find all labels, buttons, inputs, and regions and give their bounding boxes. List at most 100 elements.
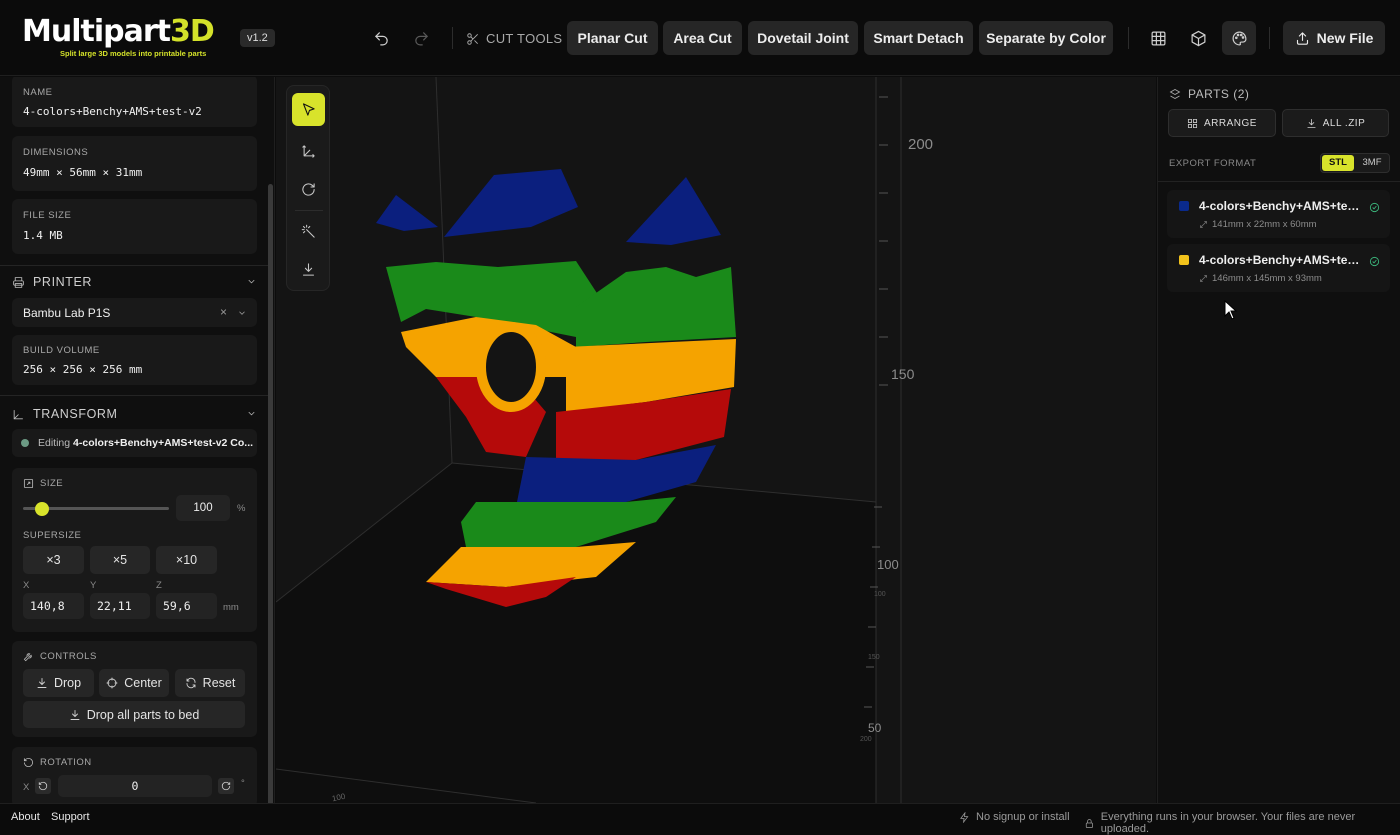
part-item[interactable]: 4-colors+Benchy+AMS+test-v2 141mm x 22mm… [1167,190,1390,238]
rotate-ccw-button[interactable] [35,778,51,794]
logo-accent: 3D [169,14,215,49]
3d-viewport[interactable]: 200 150 100 50 100 150 200 100 [276,77,1156,803]
separate-by-color-button[interactable]: Separate by Color [979,21,1113,55]
right-panel: PARTS (2) ARRANGE ALL .ZIP EXPORT FORMAT… [1157,77,1400,803]
dovetail-joint-button[interactable]: Dovetail Joint [748,21,858,55]
drop-label: Drop [53,676,82,690]
rotation-header: ROTATION [23,757,92,768]
toolbar-divider [452,27,453,49]
move-tool[interactable] [292,135,325,168]
new-file-button[interactable]: New File [1283,21,1385,55]
y-label: Y [90,580,97,591]
clear-icon[interactable]: × [220,305,227,319]
reset-label: Reset [202,676,236,690]
zip-label: ALL .ZIP [1322,117,1366,129]
format-toggle: STL 3MF [1320,153,1390,173]
center-button[interactable]: Center [99,669,169,697]
section-divider [0,265,268,266]
dimensions-value: 49mm × 56mm × 31mm [23,166,143,179]
filesize-value: 1.4 MB [23,229,63,242]
build-volume-card: BUILD VOLUME 256 × 256 × 256 mm [12,335,257,385]
download-tool[interactable] [292,253,325,286]
printer-select[interactable]: Bambu Lab P1S × [12,298,257,327]
undo-button[interactable] [366,23,396,53]
about-link[interactable]: About [11,811,40,823]
minor-label: 200 [860,736,872,743]
transform-section-header[interactable]: TRANSFORM [12,404,257,424]
part-color-swatch [1179,255,1189,265]
size-card: SIZE 100 % SUPERSIZE ×3 ×5 ×10 X Y Z 140… [12,468,257,632]
color-palette-button[interactable] [1222,21,1256,55]
format-stl[interactable]: STL [1322,155,1354,171]
upload-icon [1296,31,1308,45]
reset-button[interactable]: Reset [175,669,245,697]
build-volume-value: 256 × 256 × 256 mm [23,363,143,376]
download-zip-button[interactable]: ALL .ZIP [1282,109,1389,137]
drop-all-label: Drop all parts to bed [86,707,200,722]
redo-icon [414,31,428,45]
planar-cut-button[interactable]: Planar Cut [567,21,658,55]
cut-tools-label: CUT TOOLS [466,31,562,46]
supersize-x3-button[interactable]: ×3 [23,546,84,574]
drop-button[interactable]: Drop [23,669,94,697]
size-input[interactable]: 100 [176,495,230,521]
rotation-axis: X [23,782,30,793]
rotate-tool[interactable] [292,173,325,206]
supersize-x5-button[interactable]: ×5 [90,546,150,574]
format-3mf[interactable]: 3MF [1356,155,1388,171]
controls-label: CONTROLS [40,651,97,662]
support-link[interactable]: Support [51,811,90,823]
zap-icon [960,811,969,823]
toolbar-divider [1269,27,1270,49]
grid-view-button[interactable] [1143,23,1173,53]
refresh-icon [186,677,196,689]
rotation-unit: ° [241,778,245,789]
axis-label-50: 50 [868,721,882,735]
dimensions-label: DIMENSIONS [23,147,89,158]
rotation-card: ROTATION X 0 ° [12,747,257,803]
move-icon [302,145,315,158]
scene-canvas[interactable] [276,77,1156,803]
magic-tool[interactable] [292,215,325,248]
size-slider-thumb[interactable] [35,502,49,516]
area-cut-button[interactable]: Area Cut [663,21,742,55]
rotate-cw-button[interactable] [218,778,234,794]
x-input[interactable]: 140,8 [23,593,84,619]
y-input[interactable]: 22,11 [90,593,150,619]
left-panel-scrollbar[interactable] [268,184,273,803]
privacy-note: Everything runs in your browser. Your fi… [1084,811,1400,835]
part-item[interactable]: 4-colors+Benchy+AMS+test-v2 146mm x 145m… [1167,244,1390,292]
download-icon [70,709,80,720]
z-input[interactable]: 59,6 [156,593,217,619]
center-label: Center [124,676,162,690]
cube-icon [1191,30,1205,46]
z-label: Z [156,580,162,591]
rotation-input[interactable]: 0 [58,775,212,797]
redo-button[interactable] [406,23,436,53]
grid-icon [1151,31,1165,45]
part-name: 4-colors+Benchy+AMS+test-v2 [1199,199,1361,213]
undo-icon [374,31,388,45]
rotate-icon [23,757,34,768]
select-tool[interactable] [292,93,325,126]
supersize-x10-button[interactable]: ×10 [156,546,217,574]
footer: About Support No signup or install Every… [0,803,1400,835]
check-circle-icon [1369,202,1380,213]
arrange-button[interactable]: ARRANGE [1168,109,1276,137]
printer-section-header[interactable]: PRINTER [12,272,257,292]
smart-detach-button[interactable]: Smart Detach [864,21,973,55]
printer-icon [13,276,24,288]
parts-count: PARTS (2) [1188,87,1250,101]
logo[interactable]: Multipart3D Split large 3D models into p… [22,14,215,60]
axis-label-150: 150 [891,366,915,382]
crosshair-icon [106,677,118,689]
arrange-label: ARRANGE [1204,117,1257,129]
blue-fragment [626,177,721,245]
grid-icon [1187,118,1198,128]
section-divider [1158,181,1400,182]
drop-all-button[interactable]: Drop all parts to bed [23,701,245,728]
rotate-ccw-icon [38,781,48,791]
green-band [576,267,736,347]
cube-view-button[interactable] [1183,23,1213,53]
no-signup-note: No signup or install [959,811,1070,823]
